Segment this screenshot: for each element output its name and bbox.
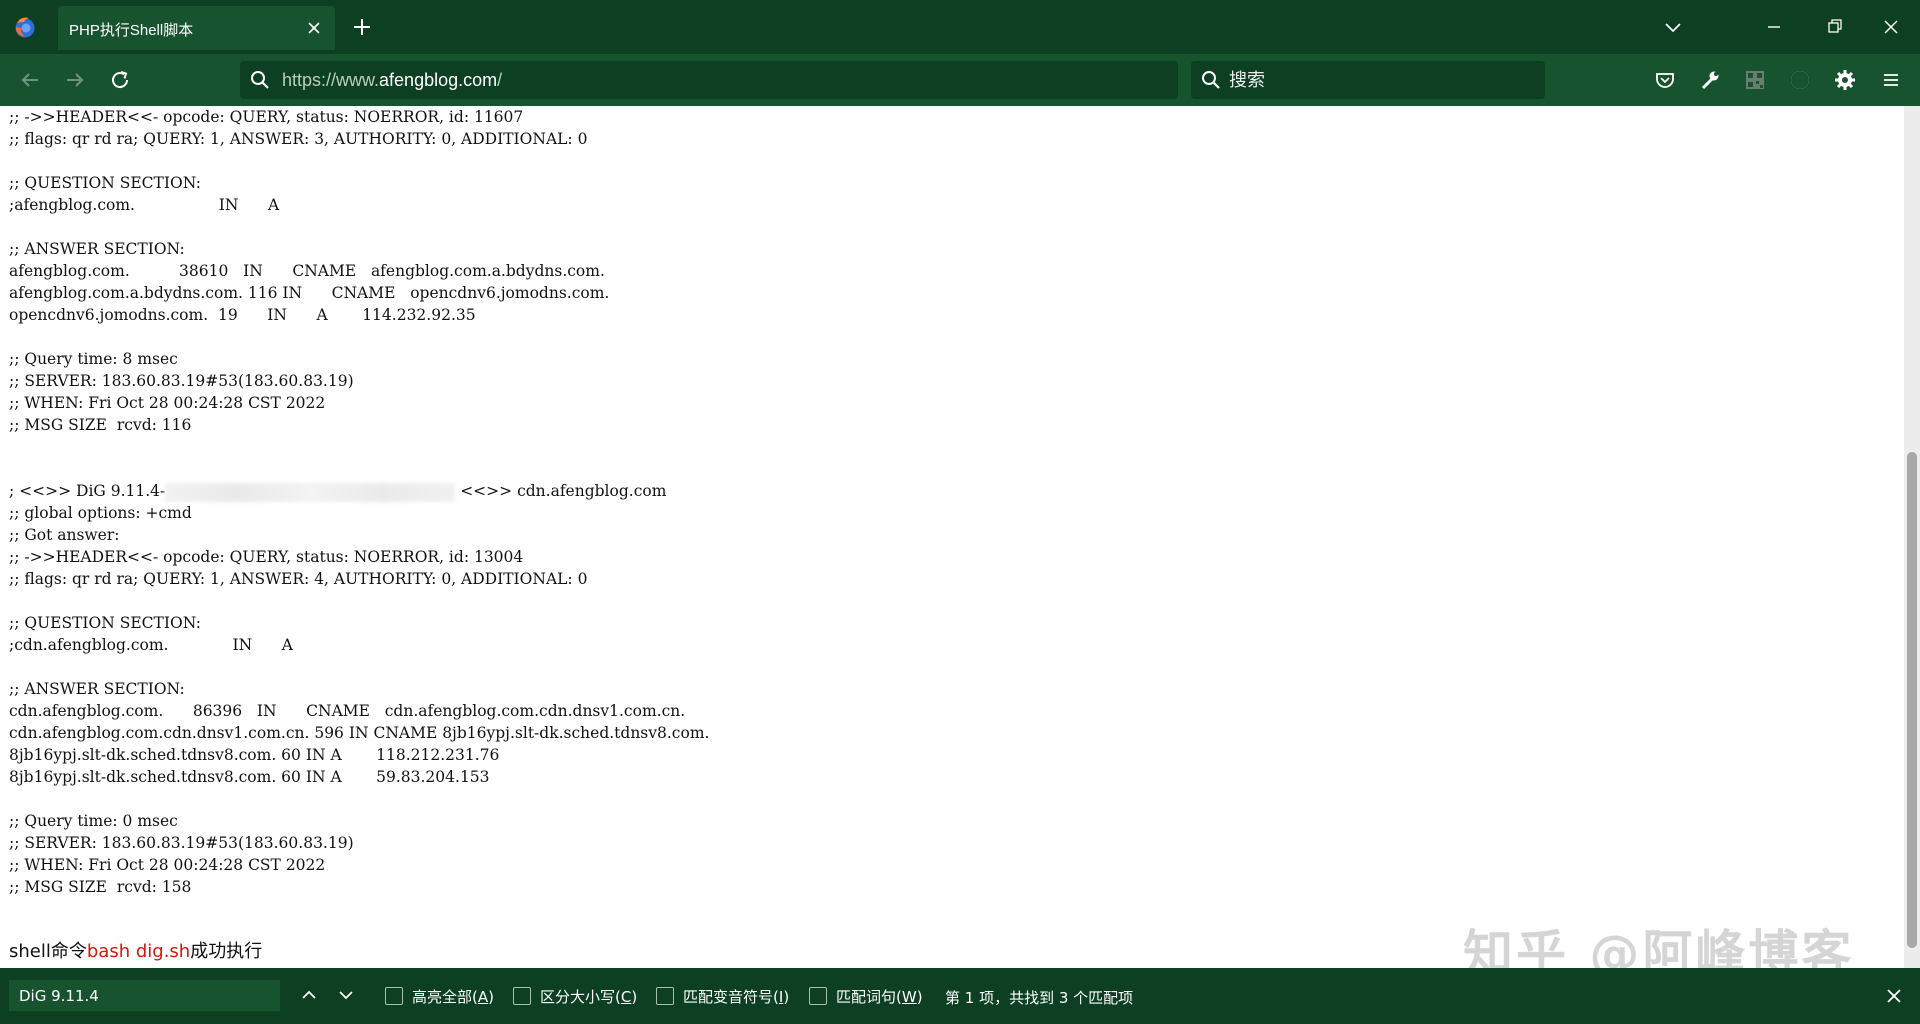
output-line: ;; ANSWER SECTION: xyxy=(9,680,185,698)
dig-header-prefix: ; <<>> DiG 9.11.4- xyxy=(9,482,166,500)
output-line: ;; QUESTION SECTION: xyxy=(9,614,201,632)
output-line: ;; flags: qr rd ra; QUERY: 1, ANSWER: 4,… xyxy=(9,570,588,588)
output-line: ;; flags: qr rd ra; QUERY: 1, ANSWER: 3,… xyxy=(9,130,588,148)
find-close-icon[interactable] xyxy=(1880,982,1908,1010)
caption-command: bash dig.sh xyxy=(86,941,191,962)
forward-arrow-icon[interactable] xyxy=(61,66,89,94)
dig-header-suffix: <<>> cdn.afengblog.com xyxy=(455,482,667,500)
tab-strip: PHP执行Shell脚本 xyxy=(0,0,1920,54)
page-content: ;; ->>HEADER<<- opcode: QUERY, status: N… xyxy=(0,106,1904,968)
output-line: ;; Query time: 8 msec xyxy=(9,350,178,368)
output-line: ;; ANSWER SECTION: xyxy=(9,240,185,258)
search-bar[interactable] xyxy=(1191,61,1545,99)
caption-prefix: shell命令 xyxy=(9,941,87,962)
scrollbar-thumb[interactable] xyxy=(1907,452,1917,948)
new-tab-icon[interactable] xyxy=(349,14,375,40)
output-line: 8jb16ypj.slt-dk.sched.tdnsv8.com. 60 IN … xyxy=(9,768,490,786)
output-line: ;; SERVER: 183.60.83.19#53(183.60.83.19) xyxy=(9,834,354,852)
extension-icon[interactable] xyxy=(1787,67,1813,93)
search-icon xyxy=(1202,71,1220,89)
devtools-wrench-icon[interactable] xyxy=(1697,67,1723,93)
restore-icon[interactable] xyxy=(1822,14,1848,40)
output-line: cdn.afengblog.com. 86396 IN CNAME cdn.af… xyxy=(9,702,686,720)
output-line: ;; ->>HEADER<<- opcode: QUERY, status: N… xyxy=(9,108,524,126)
output-line: ;; global options: +cmd xyxy=(9,504,192,522)
firefox-logo-icon xyxy=(15,17,35,38)
search-icon xyxy=(251,71,269,89)
navigation-toolbar: https://www.afengblog.com/ xyxy=(0,54,1920,106)
output-line: ;; MSG SIZE rcvd: 158 xyxy=(9,878,192,896)
output-line: afengblog.com.a.bdydns.com. 116 IN CNAME… xyxy=(9,284,610,302)
output-line: ;; ->>HEADER<<- opcode: QUERY, status: N… xyxy=(9,548,524,566)
output-line: ;; Query time: 0 msec xyxy=(9,812,178,830)
search-input[interactable] xyxy=(1229,65,1529,95)
output-line: ;; SERVER: 183.60.83.19#53(183.60.83.19) xyxy=(9,372,354,390)
reload-icon[interactable] xyxy=(106,66,134,94)
tab-title: PHP执行Shell脚本 xyxy=(69,22,194,39)
output-line: cdn.afengblog.com.cdn.dnsv1.com.cn. 596 … xyxy=(9,724,710,742)
output-line: 8jb16ypj.slt-dk.sched.tdnsv8.com. 60 IN … xyxy=(9,746,500,764)
qr-code-icon[interactable] xyxy=(1742,67,1768,93)
output-line: opencdnv6.jomodns.com. 19 IN A 114.232.9… xyxy=(9,306,476,324)
settings-gear-icon[interactable] xyxy=(1832,67,1858,93)
find-status: 第 1 项，共找到 3 个匹配项 xyxy=(945,989,1134,1007)
pocket-icon[interactable] xyxy=(1652,67,1678,93)
find-option-match-case[interactable]: 区分大小写(C) xyxy=(513,985,637,1007)
output-line: ;afengblog.com. IN A xyxy=(9,196,280,214)
redacted-version-blur xyxy=(165,482,456,502)
watermark: 知乎 @阿峰博客 xyxy=(1463,925,1855,968)
close-icon[interactable] xyxy=(1878,14,1904,40)
checkbox[interactable] xyxy=(385,987,403,1005)
output-line: ;; MSG SIZE rcvd: 116 xyxy=(9,416,192,434)
find-next-icon[interactable] xyxy=(333,982,359,1008)
caption-suffix: 成功执行 xyxy=(190,941,263,962)
checkbox[interactable] xyxy=(513,987,531,1005)
find-input[interactable] xyxy=(9,980,280,1011)
output-line: ;cdn.afengblog.com. IN A xyxy=(9,636,293,654)
url-text[interactable]: https://www.afengblog.com/ xyxy=(282,70,502,91)
output-line: ;; Got answer: xyxy=(9,526,120,544)
vertical-scrollbar[interactable] xyxy=(1904,106,1920,968)
find-option-whole-words[interactable]: 匹配词句(W) xyxy=(809,985,923,1007)
output-line: ;; WHEN: Fri Oct 28 00:24:28 CST 2022 xyxy=(9,856,326,874)
minimize-icon[interactable] xyxy=(1761,14,1787,40)
url-suffix: / xyxy=(497,70,503,90)
output-line: ; <<>> DiG 9.11.4- <<>> cdn.afengblog.co… xyxy=(9,480,1889,502)
result-caption: shell命令bash dig.sh成功执行 xyxy=(9,937,262,963)
checkbox[interactable] xyxy=(809,987,827,1005)
output-line: afengblog.com. 38610 IN CNAME afengblog.… xyxy=(9,262,605,280)
find-option-label: 匹配词句(W) xyxy=(836,987,923,1006)
tab-close-icon[interactable] xyxy=(303,17,325,39)
output-line: ;; WHEN: Fri Oct 28 00:24:28 CST 2022 xyxy=(9,394,326,412)
find-option-highlight-all[interactable]: 高亮全部(A) xyxy=(385,985,494,1007)
output-line: ;; QUESTION SECTION: xyxy=(9,174,201,192)
find-previous-icon[interactable] xyxy=(296,982,322,1008)
url-prefix: https://www. xyxy=(282,70,380,90)
find-option-label: 区分大小写(C) xyxy=(540,987,638,1006)
address-bar[interactable]: https://www.afengblog.com/ xyxy=(240,61,1178,99)
command-output: ;; ->>HEADER<<- opcode: QUERY, status: N… xyxy=(9,106,1889,898)
url-domain: afengblog.com xyxy=(379,70,498,90)
find-option-match-diacritics[interactable]: 匹配变音符号(I) xyxy=(656,985,789,1007)
menu-icon[interactable] xyxy=(1878,67,1904,93)
find-bar: 高亮全部(A) 区分大小写(C) 匹配变音符号(I) 匹配词句(W) 第 1 项… xyxy=(0,968,1920,1024)
list-tabs-icon[interactable] xyxy=(1660,14,1686,40)
find-option-label: 高亮全部(A) xyxy=(412,987,494,1006)
tab-active[interactable]: PHP执行Shell脚本 xyxy=(58,6,335,50)
find-option-label: 匹配变音符号(I) xyxy=(683,987,790,1006)
back-arrow-icon[interactable] xyxy=(16,66,44,94)
checkbox[interactable] xyxy=(656,987,674,1005)
